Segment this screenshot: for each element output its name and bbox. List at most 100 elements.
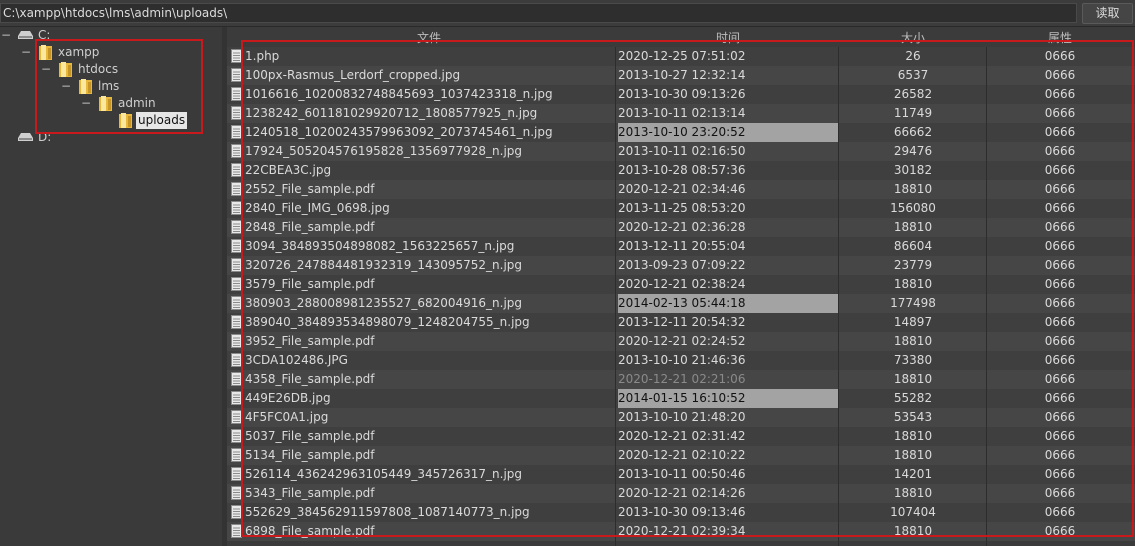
file-name: 4F5FC0A1.jpg xyxy=(245,410,329,424)
file-attr: 0666 xyxy=(1044,220,1076,234)
file-icon xyxy=(231,296,242,310)
file-name: 389040_384893534898079_1248204755_n.jpg xyxy=(245,315,530,329)
tree-node-label-selected: uploads xyxy=(136,112,188,129)
file-icon xyxy=(231,144,242,158)
file-icon-cell xyxy=(229,389,243,408)
file-attr: 0666 xyxy=(1044,448,1076,462)
table-row[interactable]: 1238242_601181029920712_1808577925_n.jpg… xyxy=(227,104,1135,123)
file-time: 2013-10-10 21:48:20 xyxy=(618,410,746,424)
file-attr: 0666 xyxy=(1044,182,1076,196)
table-row[interactable]: 380903_288008981235527_682004916_n.jpg 20… xyxy=(227,294,1135,313)
file-name: 1240518_10200243579963092_2073745461_n.j… xyxy=(245,125,553,139)
tree-node-label: D: xyxy=(38,130,52,144)
file-icon-cell xyxy=(229,123,243,142)
file-size: 26 xyxy=(905,49,921,63)
table-row[interactable]: 1016616_10200832748845693_1037423318_n.j… xyxy=(227,85,1135,104)
file-icon xyxy=(231,315,242,329)
table-row[interactable]: 2848_File_sample.pdf 2020-12-21 02:36:28 1… xyxy=(227,218,1135,237)
tree-node-admin[interactable]: − admin xyxy=(0,95,222,112)
table-row[interactable]: 3952_File_sample.pdf 2020-12-21 02:24:52 1… xyxy=(227,332,1135,351)
file-icon-cell xyxy=(229,85,243,104)
path-input[interactable] xyxy=(0,3,1077,23)
table-row[interactable]: 3CDA102486.JPG 2013-10-10 21:46:36 73380 06… xyxy=(227,351,1135,370)
file-attr: 0666 xyxy=(1044,163,1076,177)
table-row[interactable]: 1240518_10200243579963092_2073745461_n.j… xyxy=(227,123,1135,142)
file-size: 26582 xyxy=(893,87,933,101)
table-row[interactable]: 22CBEA3C.jpg 2013-10-28 08:57:36 30182 0666 xyxy=(227,161,1135,180)
file-time: 2013-10-11 02:16:50 xyxy=(618,144,746,158)
collapse-toggle[interactable]: − xyxy=(1,27,11,44)
tree-node-htdocs[interactable]: − htdocs xyxy=(0,61,222,78)
file-manager-window: 读取 − C: − xampp − xyxy=(0,0,1135,546)
file-size: 18810 xyxy=(893,429,933,443)
table-row[interactable]: 100px-Rasmus_Lerdorf_cropped.jpg 2013-10-… xyxy=(227,66,1135,85)
table-row[interactable]: 320726_247884481932319_143095752_n.jpg 20… xyxy=(227,256,1135,275)
collapse-toggle[interactable]: − xyxy=(81,95,91,112)
file-attr: 0666 xyxy=(1044,68,1076,82)
file-time: 2020-12-21 02:31:42 xyxy=(618,429,746,443)
file-time: 2013-10-27 12:32:14 xyxy=(618,68,746,82)
table-row[interactable]: 5037_File_sample.pdf 2020-12-21 02:31:42 1… xyxy=(227,427,1135,446)
file-attr: 0666 xyxy=(1044,467,1076,481)
table-row[interactable]: 6898_File_sample.pdf 2020-12-21 02:39:34 1… xyxy=(227,522,1135,541)
table-row[interactable]: 2552_File_sample.pdf 2020-12-21 02:34:46 1… xyxy=(227,180,1135,199)
table-row[interactable]: 5134_File_sample.pdf 2020-12-21 02:10:22 1… xyxy=(227,446,1135,465)
file-time: 2013-12-11 20:54:32 xyxy=(618,315,746,329)
file-size: 18810 xyxy=(893,486,933,500)
file-size: 6537 xyxy=(897,68,929,82)
tree-node-xampp[interactable]: − xampp xyxy=(0,44,222,61)
file-size: 30182 xyxy=(893,163,933,177)
file-name: 3579_File_sample.pdf xyxy=(245,277,375,291)
file-icon-cell xyxy=(229,104,243,123)
table-row[interactable]: 449E26DB.jpg 2014-01-15 16:10:52 55282 0666 xyxy=(227,389,1135,408)
file-name: 1016616_10200832748845693_1037423318_n.j… xyxy=(245,87,553,101)
table-row[interactable]: 17924_505204576195828_1356977928_n.jpg 20… xyxy=(227,142,1135,161)
file-icon xyxy=(231,391,242,405)
file-attr: 0666 xyxy=(1044,144,1076,158)
table-row[interactable]: 2840_File_IMG_0698.jpg 2013-11-25 08:53:2… xyxy=(227,199,1135,218)
collapse-toggle[interactable]: − xyxy=(21,44,31,61)
file-size: 29476 xyxy=(893,144,933,158)
folder-icon xyxy=(119,113,132,128)
tree-node-drive-d[interactable]: D: xyxy=(0,129,222,146)
file-icon xyxy=(231,220,242,234)
table-row[interactable]: 389040_384893534898079_1248204755_n.jpg 2… xyxy=(227,313,1135,332)
table-row[interactable]: 4F5FC0A1.jpg 2013-10-10 21:48:20 53543 0666 xyxy=(227,408,1135,427)
table-row[interactable]: 5343_File_sample.pdf 2020-12-21 02:14:26 1… xyxy=(227,484,1135,503)
column-header-name[interactable]: 文件 xyxy=(245,30,613,46)
file-attr: 0666 xyxy=(1044,505,1076,519)
tree-node-lms[interactable]: − lms xyxy=(0,78,222,95)
table-row[interactable]: 3094_384893504898082_1563225657_n.jpg 201… xyxy=(227,237,1135,256)
file-icon-cell xyxy=(229,370,243,389)
file-time: 2020-12-21 02:39:34 xyxy=(618,524,746,538)
file-time: 2013-10-30 09:13:26 xyxy=(618,87,746,101)
tree-node-drive-c[interactable]: − C: xyxy=(0,27,222,44)
file-icon xyxy=(231,87,242,101)
file-time: 2013-09-23 07:09:22 xyxy=(618,258,746,272)
table-row[interactable]: 4358_File_sample.pdf 2020-12-21 02:21:06 1… xyxy=(227,370,1135,389)
collapse-toggle[interactable]: − xyxy=(61,78,71,95)
file-icon-cell xyxy=(229,47,243,66)
file-time: 2020-12-21 02:24:52 xyxy=(618,334,746,348)
table-row[interactable]: 526114_436242963105449_345726317_n.jpg 20… xyxy=(227,465,1135,484)
table-row[interactable]: 552629_384562911597808_1087140773_n.jpg 2… xyxy=(227,503,1135,522)
file-icon xyxy=(231,429,242,443)
read-button[interactable]: 读取 xyxy=(1082,3,1133,24)
table-row[interactable]: 1.php 2020-12-25 07:51:02 26 0666 xyxy=(227,47,1135,66)
file-icon xyxy=(231,372,242,386)
file-attr: 0666 xyxy=(1044,125,1076,139)
file-icon xyxy=(231,201,242,215)
file-time: 2014-02-13 05:44:18 xyxy=(618,294,838,313)
file-size: 66662 xyxy=(893,125,933,139)
file-icon-cell xyxy=(229,256,243,275)
column-header-size[interactable]: 大小 xyxy=(840,30,986,46)
column-header-time[interactable]: 时间 xyxy=(618,30,838,46)
file-name: 6898_File_sample.pdf xyxy=(245,524,375,538)
column-header-attr[interactable]: 属性 xyxy=(988,30,1132,46)
table-row[interactable]: 3579_File_sample.pdf 2020-12-21 02:38:24 1… xyxy=(227,275,1135,294)
tree-node-label: xampp xyxy=(58,45,100,59)
file-time: 2013-10-11 00:50:46 xyxy=(618,467,746,481)
collapse-toggle[interactable]: − xyxy=(41,61,51,78)
tree-node-uploads[interactable]: uploads xyxy=(0,112,222,129)
file-icon xyxy=(231,467,242,481)
